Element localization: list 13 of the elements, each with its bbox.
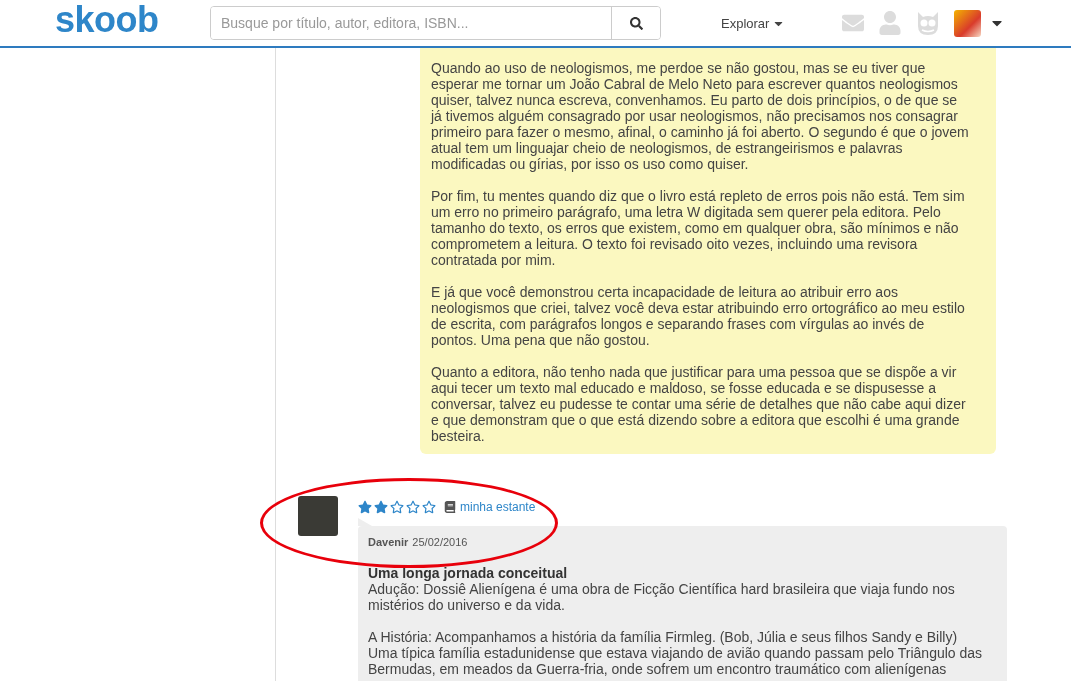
paragraph: Adução: Dossiê Alienígena é uma obra de Ficção Científica hard brasileira que viaja fundo nos mistérios do universo e da vida. xyxy=(368,581,956,613)
paragraph: Por fim, tu mentes quando diz que o livro está repleto de erros pois não está. Tem sim um erro no primeiro parágrafo, uma letra W digitada sem querer pela editora. Pelo tamanho do texto, os erros que existem, como em qualquer obra, são mínimos e não comprometem a leitura. O texto foi revisado oito vezes, incluindo uma revisora contratada por mim. xyxy=(431,188,966,268)
review-title: Uma longa jornada conceitual xyxy=(368,565,569,581)
shelf-link[interactable]: minha estante xyxy=(460,500,536,514)
paragraph: E já que você demonstrou certa incapacidade de leitura ao atribuir erro aos neologismos que criei, talvez você deva estar atribuindo erro ortográfico ao meu estilo de escrita, com parágrafos longos e separando frases com vírgulas ao invés de pontos. Uma pena que não gostou. xyxy=(431,284,966,348)
search-field[interactable]: Busque por título, autor, editora, ISBN... xyxy=(210,6,661,40)
author-name[interactable]: Davenir xyxy=(368,536,409,548)
paragraph: A História: Acompanhamos a história da família Firmleg. (Bob, Júlia e seus filhos Sandy e Billy) Uma típica família estadunidense que estava viajando de avião quando passam pelo Triângulo das Bermudas, em meados da Guerra-fria, onde sofrem um encontro traumático com alienígenas xyxy=(368,629,984,677)
review-date: 25/02/2016 xyxy=(412,536,468,548)
paragraph: Quando ao uso de neologismos, me perdoe se não gostou, mas se eu tiver que esperar me tornar um João Cabral de Melo Neto para escrever quantos neologismos quiser, talvez nunca escreva, convenhamos. Eu parto de dois princípios, o de que se já tivemos alguém consagrado por usar neologismos, não precisamos nos consagrar primeiro para fazer o mesmo, afinal, o caminho já foi aberto. O segundo é que o jovem atual tem um linguajar cheio de neologismos, de estrangeirismos e palavras modificadas ou gírias, por isso os uso como quiser. xyxy=(431,60,969,172)
paragraph: Quanto a editora, não tenho nada que justificar para uma pessoa que se dispõe a vir aqui tecer um texto mal educado e maldoso, se fosse educada e se dispusesse a conversar, talvez eu pudesse te contar uma série de detalhes que não cabe aqui dizer e que demonstram que o que está dizendo sobre a editora que escolhi é uma grande besteira. xyxy=(431,364,967,444)
logo[interactable]: skoob xyxy=(55,2,210,38)
explore-menu[interactable]: Explorar xyxy=(721,15,786,31)
